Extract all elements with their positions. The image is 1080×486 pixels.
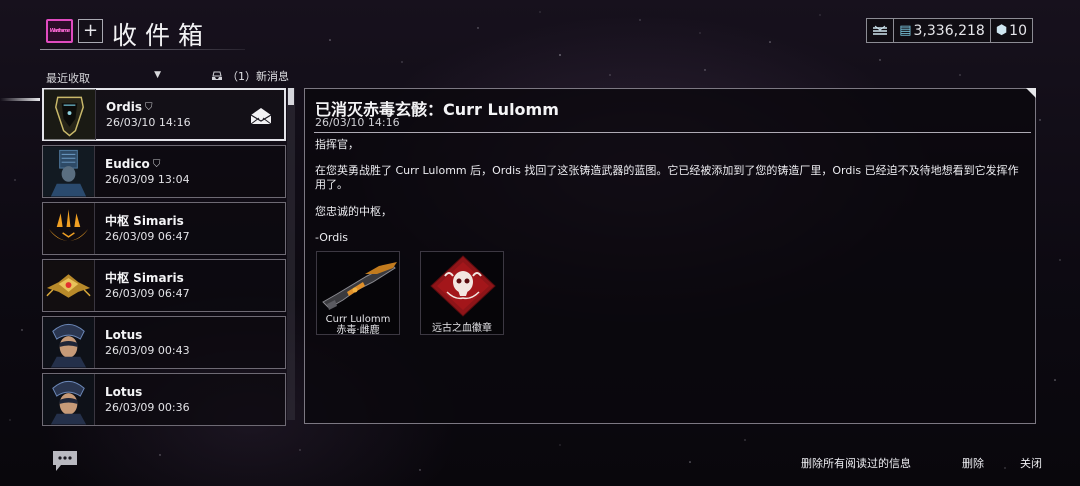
wallet-button[interactable] xyxy=(866,18,895,43)
attachment-item[interactable]: Curr Lulomm 赤毒·雌鹿 xyxy=(316,251,400,336)
message-item[interactable]: Eudico ⛉ 26/03/09 13:04 xyxy=(42,145,286,198)
platinum-value: 10 xyxy=(1009,22,1027,39)
sort-label: 最近收取 xyxy=(46,72,90,85)
message-detail-date: 26/03/10 14:16 xyxy=(315,116,400,129)
title-divider xyxy=(314,132,1031,133)
chevron-down-icon: ▼ xyxy=(154,70,161,80)
platinum-display: ⬢ 10 xyxy=(989,18,1033,43)
sender-name: 中枢 Simaris xyxy=(105,270,184,285)
sender-name: Eudico xyxy=(105,156,150,171)
lotus-avatar xyxy=(43,374,95,425)
message-date: 26/03/09 00:36 xyxy=(105,400,190,414)
message-date: 26/03/09 06:47 xyxy=(105,286,190,300)
new-messages-indicator: （1）新消息 xyxy=(211,68,289,84)
attachment-item[interactable]: 远古之血徽章 xyxy=(420,251,504,335)
clan-sigil-icon: ⛉ xyxy=(144,101,153,113)
add-button[interactable]: + xyxy=(78,19,103,43)
mail-icon xyxy=(250,107,272,129)
credits-value: 3,336,218 xyxy=(913,22,985,39)
sender-name: Lotus xyxy=(105,384,143,399)
clan-sigil-icon: ⛉ xyxy=(152,158,161,170)
message-signoff: 您忠诚的中枢， xyxy=(315,205,392,218)
app-logo[interactable]: Warframe xyxy=(46,19,73,43)
sender-name: 中枢 Simaris xyxy=(105,213,184,228)
message-date: 26/03/09 13:04 xyxy=(105,172,190,186)
message-item[interactable]: Lotus 26/03/09 00:43 xyxy=(42,316,286,369)
scrollbar-thumb[interactable] xyxy=(288,88,294,105)
chat-icon[interactable] xyxy=(52,450,78,476)
wallet-icon xyxy=(873,25,888,35)
delete-button[interactable]: 删除 xyxy=(962,455,984,471)
new-messages-count: （1）新消息 xyxy=(227,70,289,83)
message-greeting: 指挥官， xyxy=(315,138,359,151)
skull-emblem-icon xyxy=(430,255,496,317)
corner-accent-icon xyxy=(1026,88,1036,98)
message-paragraph-line-2: 用了。 xyxy=(315,178,348,191)
attachment-name: 远古之血徽章 xyxy=(432,323,492,334)
message-item[interactable]: Lotus 26/03/09 00:36 xyxy=(42,373,286,426)
page-title: 收件箱 xyxy=(112,21,212,50)
inbox-tray-icon xyxy=(212,71,222,80)
ordis-avatar xyxy=(44,89,96,140)
close-button[interactable]: 关闭 xyxy=(1020,455,1042,471)
message-list-scrollbar[interactable] xyxy=(287,88,295,420)
message-date: 26/03/10 14:16 xyxy=(106,115,191,129)
message-paragraph-line-1: 在您英勇战胜了 Curr Lulomm 后，Ordis 找回了这张铸造武器的蓝图… xyxy=(315,164,1019,177)
message-signature: -Ordis xyxy=(315,231,349,244)
eudico-avatar xyxy=(43,146,95,197)
lotus-avatar xyxy=(43,317,95,368)
message-detail-panel: 已消灭赤毒玄骸：Curr Lulomm 26/03/10 14:16 指挥官， … xyxy=(304,88,1036,424)
credits-icon: ▤ xyxy=(899,23,912,38)
rifle-blueprint-icon xyxy=(322,262,397,310)
credits-display: ▤ 3,336,218 xyxy=(893,18,991,43)
message-item[interactable]: 中枢 Simaris 26/03/09 06:47 xyxy=(42,259,286,312)
attachment-name: Curr Lulomm xyxy=(325,314,391,325)
message-date: 26/03/09 06:47 xyxy=(105,229,190,243)
sender-name: Lotus xyxy=(105,327,143,342)
message-list: Ordis ⛉ 26/03/10 14:16 Eudico ⛉ 26/03/09… xyxy=(42,88,286,430)
selection-edge-marker xyxy=(0,98,40,101)
title-divider xyxy=(40,49,245,50)
platinum-icon: ⬢ xyxy=(995,23,1008,38)
message-item[interactable]: Ordis ⛉ 26/03/10 14:16 xyxy=(42,88,286,141)
message-item[interactable]: 中枢 Simaris 26/03/09 06:47 xyxy=(42,202,286,255)
sender-name: Ordis xyxy=(106,99,142,114)
message-date: 26/03/09 00:43 xyxy=(105,343,190,357)
attachment-subtitle: 赤毒·雌鹿 xyxy=(336,325,380,336)
simaris-ship-avatar xyxy=(43,260,95,311)
app-logo-text: Warframe xyxy=(49,28,71,34)
currency-bar: ▤ 3,336,218 ⬢ 10 xyxy=(866,18,1033,43)
delete-read-messages-button[interactable]: 删除所有阅读过的信息 xyxy=(801,455,911,471)
sort-dropdown[interactable]: 最近收取 ▼ xyxy=(46,70,161,85)
simaris-emblem-avatar xyxy=(43,203,95,254)
